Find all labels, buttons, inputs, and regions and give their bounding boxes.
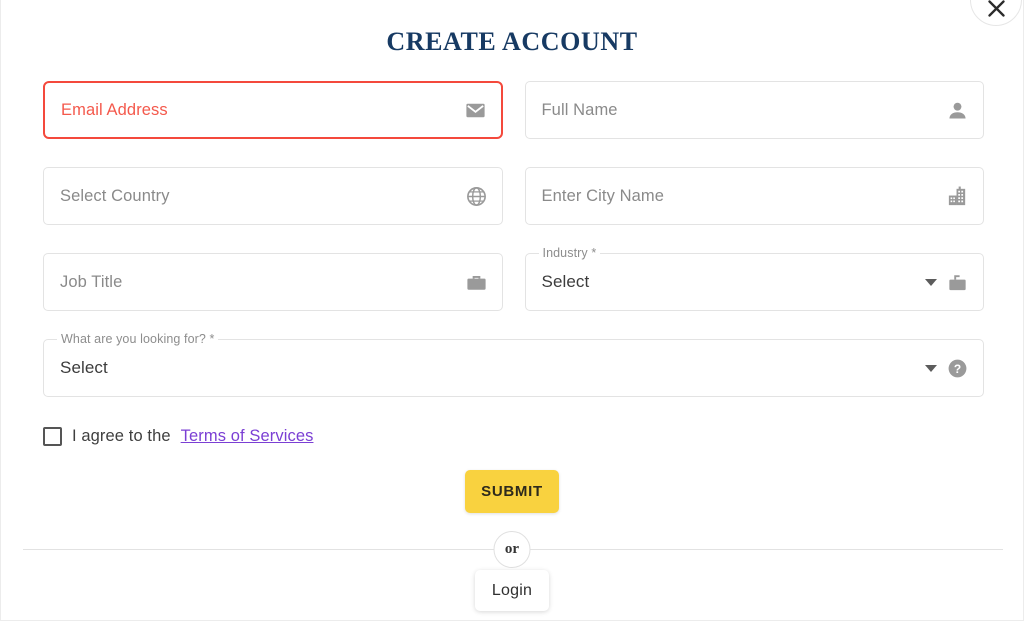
job-title-placeholder: Job Title bbox=[60, 272, 123, 291]
email-icon-slot bbox=[464, 99, 487, 122]
chevron-down-icon[interactable] bbox=[925, 278, 937, 286]
looking-for-select[interactable]: What are you looking for? * Select ? bbox=[43, 332, 984, 397]
chevron-down-icon[interactable] bbox=[925, 364, 937, 372]
terms-checkbox[interactable] bbox=[43, 427, 62, 446]
field-cell-country: Select Country bbox=[43, 167, 503, 225]
terms-of-services-link[interactable]: Terms of Services bbox=[181, 427, 314, 446]
email-field[interactable]: Email Address bbox=[43, 81, 503, 139]
building-icon bbox=[948, 186, 966, 205]
looking-for-value: Select bbox=[60, 358, 108, 377]
industry-label: Industry * bbox=[538, 246, 601, 260]
globe-icon bbox=[466, 186, 486, 206]
field-cell-looking-for: What are you looking for? * Select ? bbox=[43, 332, 984, 397]
country-placeholder: Select Country bbox=[60, 186, 170, 205]
envelope-icon bbox=[465, 103, 485, 117]
svg-text:?: ? bbox=[954, 361, 961, 375]
industry-select[interactable]: Industry * Select bbox=[524, 246, 984, 311]
terms-agreement-label: I agree to the bbox=[72, 427, 171, 445]
form-row: What are you looking for? * Select ? bbox=[43, 332, 984, 397]
looking-for-label: What are you looking for? * bbox=[57, 332, 219, 346]
full-name-placeholder: Full Name bbox=[541, 100, 618, 119]
close-icon[interactable] bbox=[970, 0, 1022, 26]
email-placeholder: Email Address bbox=[61, 100, 168, 119]
page-title: CREATE ACCOUNT bbox=[386, 27, 638, 56]
form-row: Job Title Industry * Select bbox=[43, 246, 984, 311]
city-placeholder: Enter City Name bbox=[541, 186, 665, 205]
login-button[interactable]: Login bbox=[475, 570, 549, 611]
country-icon-slot bbox=[465, 185, 488, 208]
field-cell-job-title: Job Title bbox=[43, 253, 503, 311]
full-name-field[interactable]: Full Name bbox=[524, 81, 984, 139]
field-cell-full-name: Full Name bbox=[524, 81, 984, 139]
looking-for-icon-slot: ? bbox=[925, 357, 969, 380]
industry-value: Select bbox=[541, 272, 590, 291]
briefcase-icon bbox=[949, 274, 966, 290]
field-cell-email: Email Address bbox=[43, 81, 503, 139]
briefcase-icon bbox=[466, 275, 486, 290]
country-field[interactable]: Select Country bbox=[43, 167, 503, 225]
terms-agreement-row: I agree to the Terms of Services bbox=[43, 427, 313, 446]
question-circle-icon[interactable]: ? bbox=[946, 357, 969, 380]
industry-icon-slot bbox=[925, 271, 969, 294]
field-cell-industry: Industry * Select bbox=[524, 246, 984, 311]
form-row: Email Address Full Name bbox=[43, 81, 984, 139]
signup-form: Email Address Full Name Select Country E… bbox=[43, 81, 984, 425]
job-title-field[interactable]: Job Title bbox=[43, 253, 503, 311]
city-icon-slot bbox=[946, 185, 969, 208]
person-icon bbox=[949, 102, 966, 119]
full-name-icon-slot bbox=[946, 99, 969, 122]
form-row: Select Country Enter City Name bbox=[43, 167, 984, 225]
field-cell-city: Enter City Name bbox=[524, 167, 984, 225]
or-separator-badge: or bbox=[493, 531, 531, 568]
create-account-dialog: CREATE ACCOUNT Email Address Full Name S… bbox=[0, 0, 1024, 621]
job-title-icon-slot bbox=[465, 271, 488, 294]
submit-button[interactable]: SUBMIT bbox=[465, 470, 559, 513]
city-field[interactable]: Enter City Name bbox=[524, 167, 984, 225]
